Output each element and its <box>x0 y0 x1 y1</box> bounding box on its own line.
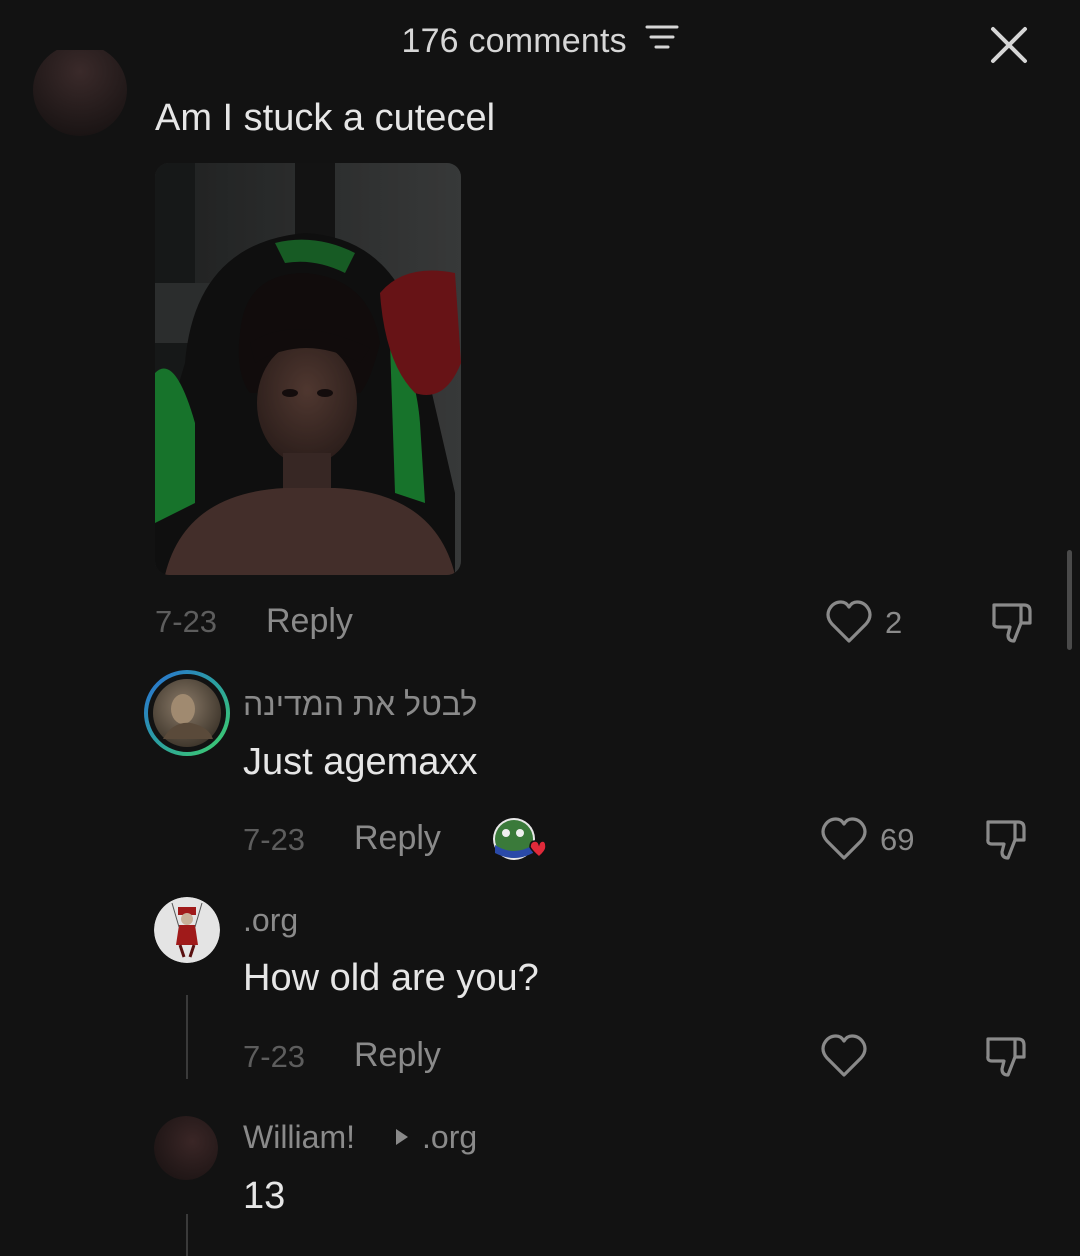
comment-attached-photo[interactable] <box>155 163 461 575</box>
comments-header: 176 comments <box>0 22 1080 61</box>
avatar[interactable] <box>154 897 220 963</box>
sort-filter-icon[interactable] <box>645 21 679 60</box>
thread-line <box>186 995 188 1079</box>
comment-username[interactable]: .org <box>243 902 298 939</box>
story-ring-avatar[interactable] <box>143 669 231 757</box>
comment-text: 13 <box>243 1175 286 1217</box>
avatar[interactable] <box>154 1116 218 1180</box>
comment-text: Am I stuck a cutecel <box>155 97 496 139</box>
reply-to-username[interactable]: .org <box>422 1119 477 1156</box>
dislike-icon[interactable] <box>984 816 1032 869</box>
comment-date: 7-23 <box>243 822 306 857</box>
dislike-icon[interactable] <box>990 599 1038 652</box>
comment-date: 7-23 <box>243 1039 306 1074</box>
like-count: 2 <box>885 605 903 640</box>
reply-arrow-icon <box>394 1127 410 1152</box>
comment-username[interactable]: William! <box>243 1119 355 1156</box>
avatar[interactable] <box>33 50 127 136</box>
comments-sheet: 176 comments Am I stuck a cutecel 7-23 R… <box>0 0 1080 1256</box>
comment-text: Just agemaxx <box>243 741 478 783</box>
dislike-icon[interactable] <box>984 1033 1032 1086</box>
comment-date: 7-23 <box>155 604 218 639</box>
comment-username[interactable]: לבטל את המדינה <box>243 686 477 723</box>
scrollbar[interactable] <box>1067 550 1072 650</box>
like-heart-icon[interactable] <box>820 816 868 867</box>
comments-count-title: 176 comments <box>401 22 627 60</box>
reply-button[interactable]: Reply <box>354 1036 441 1075</box>
thread-line <box>186 1214 188 1256</box>
reply-button[interactable]: Reply <box>266 602 353 641</box>
comment-text: How old are you? <box>243 957 539 999</box>
like-heart-icon[interactable] <box>820 1033 868 1084</box>
creator-liked-avatar-icon <box>492 817 547 868</box>
close-icon[interactable] <box>988 24 1030 66</box>
reply-button[interactable]: Reply <box>354 819 441 858</box>
like-count: 69 <box>880 822 915 857</box>
like-heart-icon[interactable] <box>825 599 873 650</box>
